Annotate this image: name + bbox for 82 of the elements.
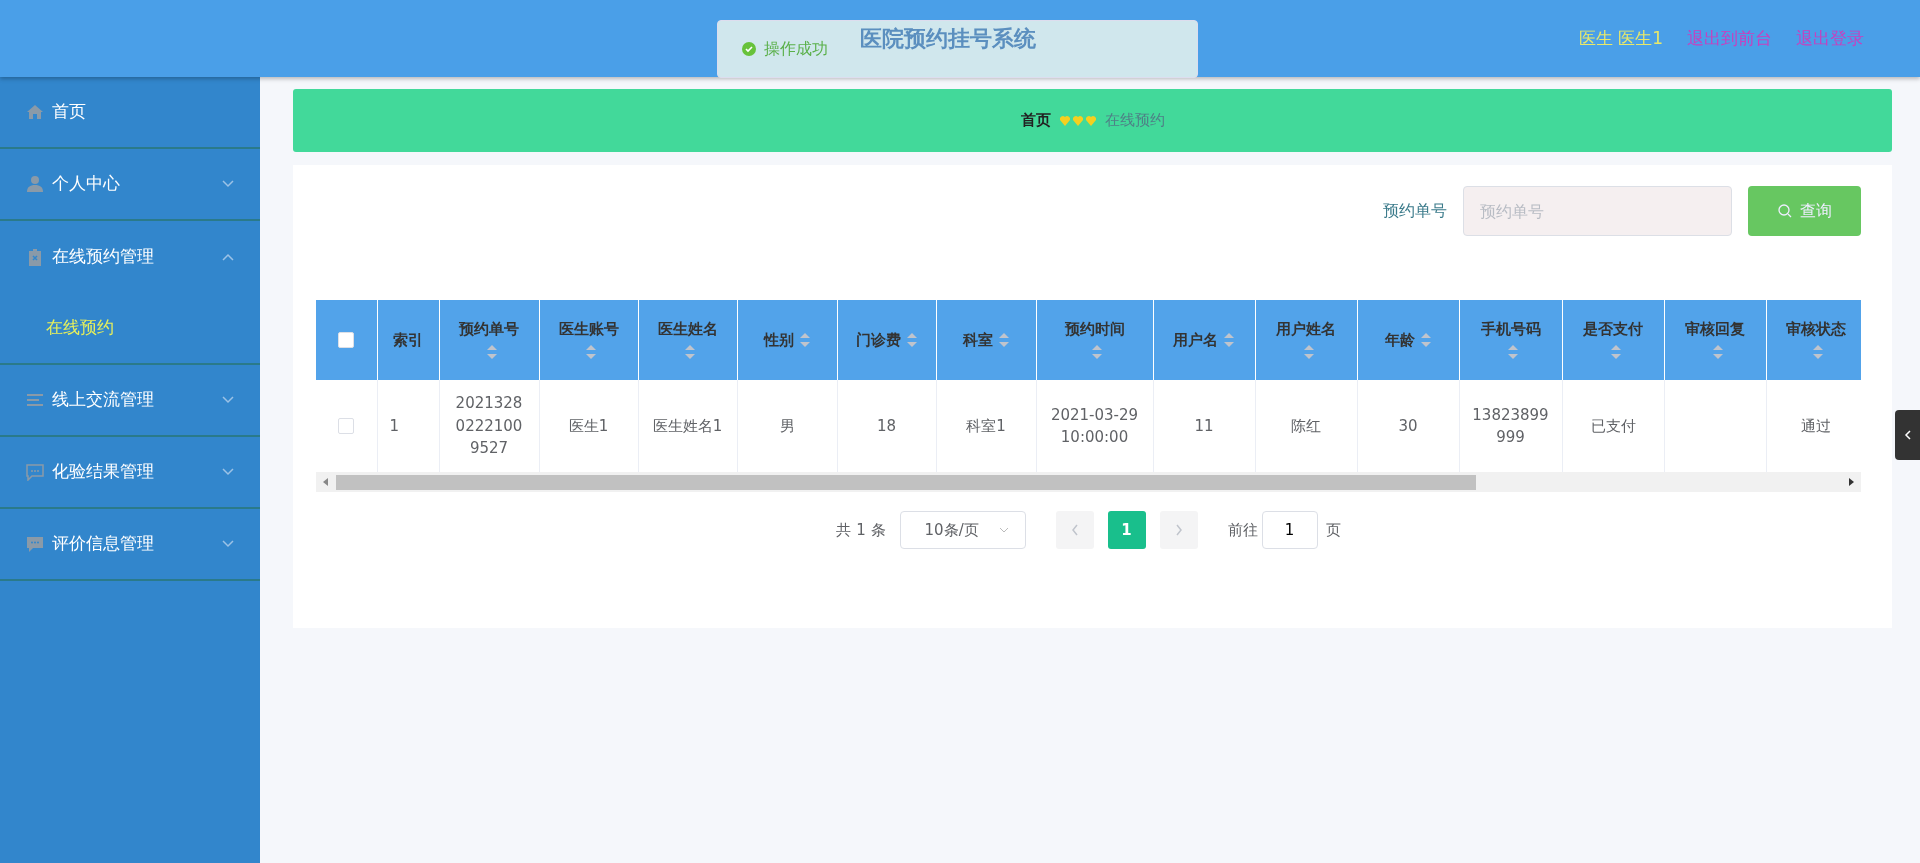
breadcrumb-current: 在线预约 (1104, 110, 1165, 132)
table-cell: 1 (377, 380, 439, 472)
sort-icon[interactable] (1812, 343, 1825, 360)
side-panel-toggle[interactable] (1895, 410, 1920, 460)
column-header[interactable]: 门诊费 (837, 300, 936, 380)
table-cell: 科室1 (936, 380, 1036, 472)
checkbox[interactable] (338, 418, 355, 435)
column-header[interactable]: 年龄 (1357, 300, 1459, 380)
table-cell: 30 (1357, 380, 1459, 472)
chevron-left-icon (1070, 524, 1079, 537)
field-label: 预约单号 (1383, 200, 1447, 222)
sort-icon[interactable] (1419, 332, 1432, 349)
sort-icon[interactable] (1091, 343, 1103, 360)
table-cell: 男 (737, 380, 837, 472)
person-icon (26, 175, 44, 193)
column-header[interactable]: 用户名 (1153, 300, 1255, 380)
sidebar-subitem[interactable]: 在线预约 (0, 293, 260, 363)
table-cell: 13823899999 (1459, 380, 1562, 472)
goto-label: 前往 (1227, 519, 1258, 541)
sort-icon[interactable] (1223, 332, 1235, 349)
sort-icon[interactable] (1609, 343, 1622, 360)
column-header[interactable]: 审核回复 (1664, 300, 1766, 380)
column-header[interactable]: 手机号码 (1459, 300, 1562, 380)
table-cell: 医生1 (539, 380, 638, 472)
hearts-icon (1058, 114, 1097, 127)
table-cell: 18 (837, 380, 936, 472)
column-header: 索引 (377, 300, 439, 380)
total-count: 共 1 条 (836, 519, 886, 541)
sidebar-item[interactable]: 首页 (0, 77, 260, 149)
sidebar-item[interactable]: 线上交流管理 (0, 365, 260, 437)
sort-icon[interactable] (997, 332, 1010, 349)
page-size-select[interactable]: 10条/页 (899, 511, 1026, 549)
breadcrumb-link[interactable]: 首页 (1020, 109, 1051, 132)
clipboard-icon (26, 248, 44, 266)
column-header[interactable]: 预约时间 (1036, 300, 1153, 380)
app-title: 医院预约挂号系统 (860, 25, 1036, 53)
list-icon (26, 391, 44, 409)
home-icon (26, 103, 44, 121)
previous-page-button[interactable] (1055, 511, 1094, 549)
table-cell: 陈红 (1255, 380, 1357, 472)
next-page-button[interactable] (1159, 511, 1198, 549)
table-cell: 通过 (1766, 380, 1861, 472)
chat-icon (26, 463, 44, 481)
user-name: 医生 医生1 (1578, 26, 1663, 50)
toast-message: 操作成功 (764, 38, 828, 60)
sort-icon[interactable] (905, 332, 918, 349)
column-header[interactable]: 性别 (737, 300, 837, 380)
table-cell: 已支付 (1562, 380, 1664, 472)
checkbox[interactable] (338, 332, 355, 349)
page-unit-label: 页 (1325, 519, 1341, 541)
sort-icon[interactable] (684, 343, 696, 360)
column-header[interactable]: 医生姓名 (638, 300, 737, 380)
search-field[interactable]: 预约单号 (1463, 186, 1732, 236)
sidebar-item[interactable]: 个人中心 (0, 149, 260, 221)
sort-icon[interactable] (1302, 343, 1315, 360)
column-header[interactable]: 用户姓名 (1255, 300, 1357, 380)
page-button[interactable]: 1 (1107, 511, 1146, 549)
chevron-left-icon (1903, 429, 1912, 441)
sort-icon[interactable] (1507, 343, 1519, 360)
sidebar-item[interactable]: 化验结果管理 (0, 437, 260, 509)
horizontal-scrollbar[interactable] (316, 472, 1861, 492)
column-header[interactable]: 科室 (936, 300, 1036, 380)
search-icon (1777, 204, 1792, 218)
sidebar-item[interactable]: 在线预约管理 (0, 221, 260, 293)
sort-icon[interactable] (798, 332, 811, 349)
page-input[interactable]: 1 (1261, 511, 1318, 549)
sort-icon[interactable] (1711, 343, 1724, 360)
sort-icon[interactable] (585, 343, 597, 360)
column-header[interactable]: 是否支付 (1562, 300, 1664, 380)
column-header[interactable]: 医生账号 (539, 300, 638, 380)
comment-icon (26, 535, 44, 553)
chevron-down-icon (998, 527, 1009, 533)
column-header[interactable]: 审核状态 (1766, 300, 1861, 380)
column-header[interactable]: 预约单号 (439, 300, 539, 380)
table-cell: 医生姓名1 (638, 380, 737, 472)
table-cell: 202132802221009527 (439, 380, 539, 472)
success-icon (742, 42, 756, 56)
chevron-right-icon (1174, 524, 1183, 537)
sidebar-item[interactable]: 评价信息管理 (0, 509, 260, 581)
table-cell: 11 (1153, 380, 1255, 472)
table-cell: 2021-03-29 10:00:00 (1036, 380, 1153, 472)
sort-icon[interactable] (485, 343, 498, 360)
